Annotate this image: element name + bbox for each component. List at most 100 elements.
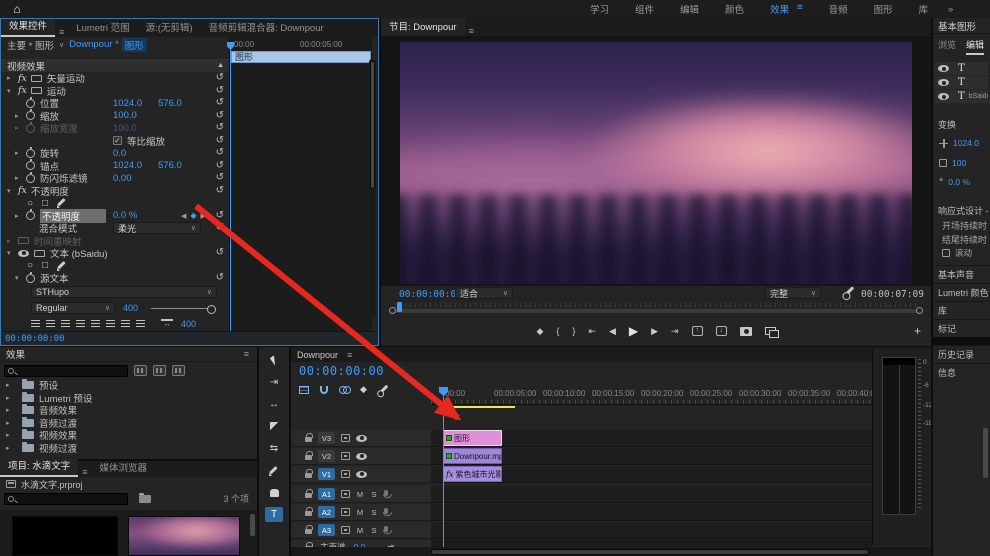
tab-program[interactable]: 节目: Downpour — [381, 18, 465, 36]
lift-icon[interactable]: ↑ — [692, 326, 703, 336]
lock-icon[interactable] — [305, 511, 312, 516]
track-lane-a3[interactable] — [431, 522, 872, 539]
step-back-icon[interactable]: ◀ — [609, 326, 616, 337]
workspace-tab-editing[interactable]: 编辑 — [680, 2, 699, 16]
param-value[interactable]: 0.0 — [113, 148, 126, 159]
effect-controls-scrollbar[interactable] — [369, 59, 376, 317]
twirl-icon[interactable]: ▾ — [7, 187, 18, 195]
project-scrollbar-thumb[interactable] — [250, 514, 255, 536]
timeline-settings-wrench-icon[interactable] — [378, 385, 388, 395]
zoom-level-dropdown[interactable]: 适合 ∨ — [455, 287, 513, 299]
font-size-slider[interactable] — [151, 308, 213, 309]
tab-lumetri-scopes[interactable]: Lumetri 范围 — [68, 19, 137, 37]
new-bin-icon[interactable] — [139, 495, 151, 503]
param-row-uniform-scale[interactable]: ✓ 等比缩放 ↺ — [1, 135, 229, 148]
voiceover-record-icon[interactable] — [384, 526, 388, 532]
effect-controls-timecode[interactable]: 00:00:00:00 — [5, 334, 65, 344]
param-row-position[interactable]: 位置 1024.0576.0 ↺ — [1, 97, 229, 110]
ellipse-mask-icon[interactable]: ○ — [27, 198, 33, 209]
track-select-forward-tool[interactable]: ⇥ — [265, 375, 283, 390]
panel-tab-history[interactable]: 历史记录 — [933, 345, 990, 363]
reset-icon[interactable]: ↺ — [216, 186, 224, 196]
lock-icon[interactable] — [305, 529, 312, 534]
timeline-playhead[interactable] — [443, 387, 444, 549]
lock-icon[interactable] — [305, 473, 312, 478]
workspace-tab-assembly[interactable]: 组件 — [635, 2, 654, 16]
project-search-input[interactable] — [4, 493, 128, 505]
param-value[interactable]: 0.0 % — [113, 210, 137, 221]
twirl-icon[interactable]: ▸ — [6, 394, 17, 402]
twirl-icon[interactable]: ▸ — [15, 112, 26, 120]
align-left-icon[interactable] — [31, 320, 40, 328]
ellipse-mask-icon[interactable]: ○ — [27, 260, 33, 271]
snap-icon[interactable] — [320, 386, 328, 394]
step-forward-icon[interactable]: ▶ — [651, 326, 658, 337]
folder-row-video-effects[interactable]: ▸ 视频效果 — [0, 429, 257, 442]
twirl-icon[interactable]: ▸ — [6, 431, 17, 439]
add-marker-icon[interactable]: ◆ — [360, 384, 367, 395]
tab-edit[interactable]: 编辑 — [966, 38, 984, 55]
workspace-tab-graphics[interactable]: 图形 — [874, 2, 893, 16]
stopwatch-icon[interactable] — [26, 211, 35, 220]
timeline-clip-background[interactable]: fx 紫色城市光影迷 — [443, 466, 502, 482]
previous-keyframe-icon[interactable]: ◀ — [181, 212, 186, 220]
stopwatch-icon[interactable] — [26, 274, 35, 283]
param-row-scale[interactable]: ▸ 缩放 100.0 ↺ — [1, 110, 229, 123]
reset-icon[interactable]: ↺ — [216, 73, 224, 83]
timeline-ruler[interactable]: 00:00 00:00:05:00 00:00:10:00 00:00:15:0… — [431, 387, 872, 405]
work-area-bar[interactable] — [443, 406, 515, 408]
track-lane-a1[interactable] — [431, 486, 872, 503]
font-size-value[interactable]: 400 — [123, 303, 138, 313]
linked-selection-icon[interactable] — [339, 386, 349, 393]
align-right-icon[interactable] — [61, 320, 70, 328]
button-editor-plus-icon[interactable]: + — [914, 324, 921, 338]
track-badge-v1[interactable]: V1 — [318, 468, 335, 480]
workspace-tab-color[interactable]: 颜色 — [725, 2, 744, 16]
lock-icon[interactable] — [305, 493, 312, 498]
selected-clip-label[interactable]: 图形 — [122, 38, 147, 52]
reset-icon[interactable]: ↺ — [216, 86, 224, 96]
timeline-timecode[interactable]: 00:00:00:00 — [299, 364, 384, 378]
track-lane-a2[interactable] — [431, 504, 872, 521]
param-value[interactable]: 576.0 — [158, 160, 182, 171]
right-rail-scrollbar-thumb[interactable] — [983, 428, 988, 478]
workspace-tab-learn[interactable]: 学习 — [590, 2, 609, 16]
next-keyframe-icon[interactable]: ▶ — [201, 212, 206, 220]
playback-resolution-dropdown[interactable]: 完整 ∨ — [765, 287, 821, 299]
go-to-out-icon[interactable]: ⇥ — [671, 326, 679, 337]
param-value[interactable]: 100.0 — [113, 110, 137, 121]
scrubber-right-handle[interactable] — [916, 307, 923, 314]
rect-mask-icon[interactable]: □ — [42, 260, 48, 271]
voiceover-record-icon[interactable] — [384, 490, 388, 496]
position-value[interactable]: 1024.0 — [953, 138, 979, 148]
effect-keyframe-timeline[interactable]: 00:00 00:00:05:00 图形 — [229, 37, 372, 333]
pen-mask-icon[interactable] — [57, 261, 67, 271]
param-row-source-text[interactable]: ▾ 源文本 ↺ — [1, 272, 229, 285]
track-badge-a2[interactable]: A2 — [318, 506, 335, 518]
stopwatch-icon[interactable] — [26, 99, 35, 108]
justify-last-right-icon[interactable] — [106, 320, 115, 328]
align-center-icon[interactable] — [46, 320, 55, 328]
tracking-value[interactable]: 400 — [181, 319, 196, 329]
pen-mask-icon[interactable] — [57, 198, 67, 208]
folder-row-audio-effects[interactable]: ▸ 音频效果 — [0, 404, 257, 417]
bit-depth-filter-icon[interactable] — [153, 365, 166, 376]
justify-last-center-icon[interactable] — [91, 320, 100, 328]
master-clip-label[interactable]: 主要 * 图形 — [7, 38, 54, 52]
scrollbar-thumb[interactable] — [370, 61, 375, 189]
param-value[interactable]: 1024.0 — [113, 160, 142, 171]
sequence-clip-label[interactable]: Downpour * — [69, 39, 119, 50]
video-effects-section-header[interactable]: 视频效果 ▲ — [1, 59, 229, 72]
type-tool[interactable]: T — [265, 507, 283, 522]
reset-icon[interactable]: ↺ — [216, 136, 224, 146]
sync-lock-icon[interactable] — [341, 508, 350, 516]
panel-menu-icon[interactable]: ≡ — [465, 26, 478, 36]
workspace-tab-libraries[interactable]: 库 — [919, 2, 929, 16]
folder-row-lumetri-presets[interactable]: ▸ Lumetri 预设 — [0, 392, 257, 405]
workspace-tab-effects[interactable]: 效果 — [770, 2, 789, 16]
razor-tool[interactable] — [265, 419, 283, 434]
tab-media-browser[interactable]: 媒体浏览器 — [92, 457, 156, 477]
project-item-thumbnail-video[interactable] — [128, 516, 240, 556]
add-marker-icon[interactable]: ◆ — [536, 326, 543, 337]
pen-tool[interactable] — [265, 463, 283, 478]
